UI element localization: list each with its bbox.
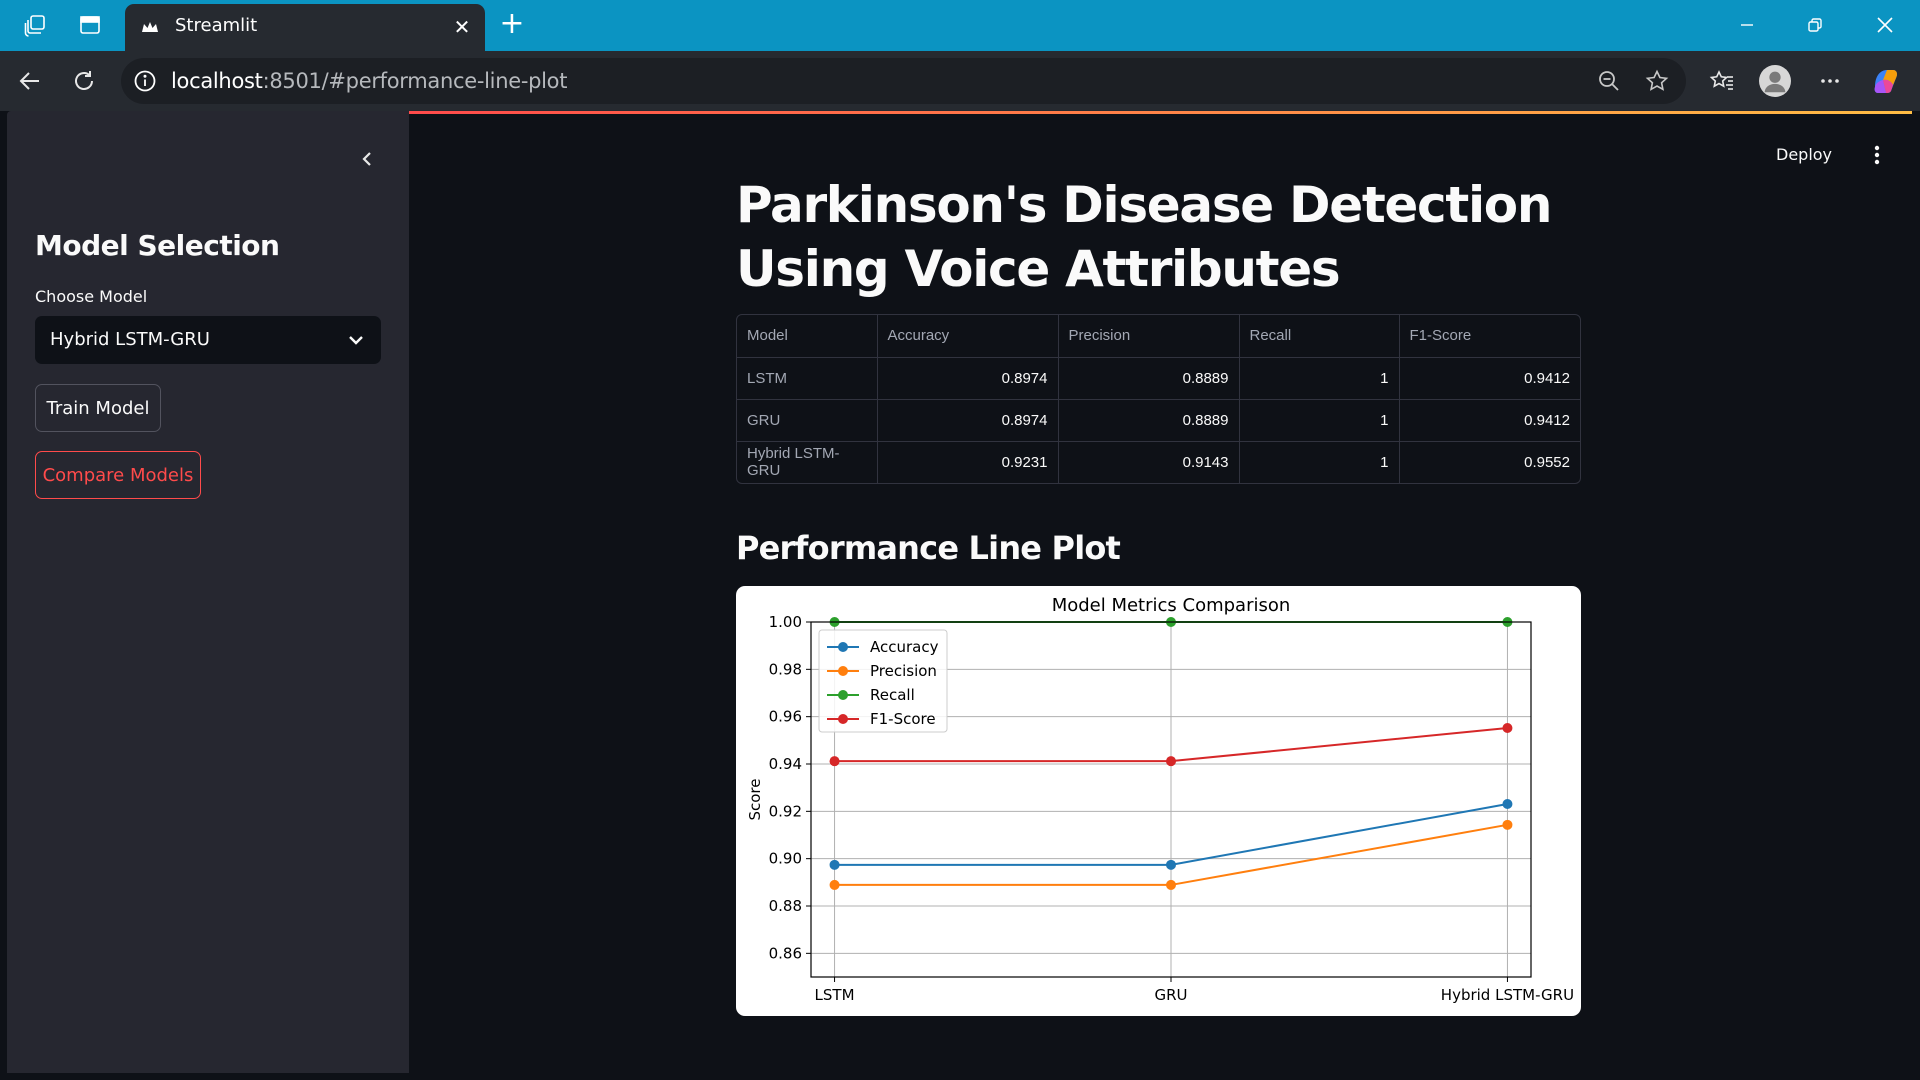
- data-point-precision: [1166, 879, 1176, 890]
- table-cell[interactable]: 0.9231: [877, 441, 1059, 483]
- minimize-icon[interactable]: [1724, 8, 1770, 42]
- url-text: localhost:8501/#performance-line-plot: [171, 69, 567, 93]
- x-tick-label: Hybrid LSTM-GRU: [1441, 986, 1574, 1004]
- close-tab-icon[interactable]: ✕: [449, 13, 475, 41]
- column-header[interactable]: Recall: [1239, 315, 1400, 358]
- x-tick-label: LSTM: [815, 986, 855, 1004]
- table-cell[interactable]: 0.9412: [1399, 357, 1580, 400]
- table-header-row: Model Accuracy Precision Recall F1-Score: [737, 315, 1580, 358]
- sidebar: Model Selection Choose Model Hybrid LSTM…: [7, 111, 409, 1073]
- streamlit-logo-icon: [142, 22, 158, 32]
- table-cell[interactable]: 1: [1239, 399, 1400, 442]
- refresh-icon[interactable]: [68, 65, 100, 97]
- table-cell[interactable]: 0.8889: [1058, 399, 1240, 442]
- performance-line-chart: Model Metrics Comparison Score 0.86 0.88 0.9…: [746, 595, 1574, 1004]
- main-menu-icon[interactable]: [1865, 142, 1889, 168]
- legend-label: Precision: [870, 662, 937, 680]
- chart-title: Model Metrics Comparison: [1052, 595, 1291, 616]
- table-cell[interactable]: 1: [1239, 357, 1400, 400]
- table-cell[interactable]: 0.9552: [1399, 441, 1580, 483]
- main-content: Deploy Parkinson's Disease Detection Usi…: [409, 111, 1912, 1073]
- y-tick-label: 0.88: [769, 897, 802, 915]
- chart-card: Model Metrics Comparison Score 0.86 0.88 0.9…: [736, 586, 1581, 1016]
- tab-title: Streamlit: [175, 15, 258, 36]
- table-cell[interactable]: 0.8974: [877, 357, 1059, 400]
- legend-marker: [838, 690, 848, 700]
- data-point-f1-score: [1502, 723, 1513, 734]
- chart-heading: Performance Line Plot: [736, 529, 1121, 567]
- model-select[interactable]: Hybrid LSTM-GRU: [35, 316, 381, 364]
- legend-label: Recall: [870, 686, 915, 704]
- column-header[interactable]: Precision: [1058, 315, 1240, 358]
- data-point-precision: [829, 879, 840, 890]
- data-point-precision: [1502, 819, 1513, 830]
- data-point-f1-score: [1166, 756, 1176, 767]
- site-info-icon[interactable]: [133, 69, 157, 93]
- data-point-accuracy: [1166, 859, 1176, 870]
- table-row: GRU 0.8974 0.8889 1 0.9412: [737, 399, 1580, 442]
- table-cell[interactable]: 0.9412: [1399, 399, 1580, 442]
- table-cell[interactable]: 1: [1239, 441, 1400, 483]
- browser-toolbar: localhost:8501/#performance-line-plot: [0, 51, 1920, 111]
- data-point-accuracy: [829, 859, 840, 870]
- y-tick-label: 0.94: [769, 755, 802, 773]
- url-host: localhost: [171, 69, 263, 93]
- column-header[interactable]: Accuracy: [877, 315, 1059, 358]
- collapse-sidebar-icon[interactable]: [353, 145, 381, 173]
- compare-models-button[interactable]: Compare Models: [35, 451, 201, 499]
- y-tick-label: 0.90: [769, 850, 802, 868]
- header-decoration: [409, 111, 1912, 114]
- y-axis-label: Score: [746, 778, 764, 820]
- data-point-accuracy: [1502, 798, 1513, 809]
- zoom-out-icon[interactable]: [1596, 68, 1622, 94]
- new-tab-icon[interactable]: +: [497, 9, 527, 40]
- train-model-button[interactable]: Train Model: [35, 384, 161, 432]
- y-tick-label: 0.86: [769, 944, 802, 962]
- data-point-f1-score: [829, 756, 840, 767]
- legend-marker: [838, 714, 848, 724]
- favorites-icon[interactable]: [1706, 65, 1738, 97]
- page-title: Parkinson's Disease Detection Using Voic…: [736, 176, 1552, 298]
- column-header[interactable]: F1-Score: [1399, 315, 1580, 358]
- close-window-icon[interactable]: [1862, 8, 1908, 42]
- metrics-table: Model Accuracy Precision Recall F1-Score…: [736, 314, 1581, 484]
- more-options-icon[interactable]: [1814, 65, 1846, 97]
- legend-marker: [838, 666, 848, 676]
- table-cell[interactable]: 0.8974: [877, 399, 1059, 442]
- chevron-down-icon: [349, 336, 363, 345]
- table-cell[interactable]: 0.8889: [1058, 357, 1240, 400]
- column-header[interactable]: Model: [737, 315, 878, 358]
- favorite-star-icon[interactable]: [1644, 68, 1670, 94]
- url-path: :8501/#performance-line-plot: [262, 69, 568, 93]
- model-select-label: Choose Model: [35, 287, 148, 306]
- restore-icon[interactable]: [1792, 8, 1838, 42]
- table-cell[interactable]: Hybrid LSTM-GRU: [737, 441, 878, 483]
- address-bar[interactable]: localhost:8501/#performance-line-plot: [121, 58, 1686, 104]
- model-select-value: Hybrid LSTM-GRU: [50, 329, 210, 350]
- legend-marker: [838, 642, 848, 652]
- workspaces-icon[interactable]: [22, 12, 48, 38]
- copilot-icon[interactable]: [1869, 65, 1901, 97]
- y-tick-label: 1.00: [769, 613, 802, 631]
- x-tick-label: GRU: [1154, 986, 1187, 1004]
- tab-actions-icon[interactable]: [77, 12, 103, 38]
- table-cell[interactable]: GRU: [737, 399, 878, 442]
- browser-tab[interactable]: Streamlit ✕: [125, 4, 485, 51]
- y-tick-label: 0.92: [769, 802, 802, 820]
- table-row: Hybrid LSTM-GRU 0.9231 0.9143 1 0.9552: [737, 441, 1580, 483]
- table-cell[interactable]: LSTM: [737, 357, 878, 400]
- legend-label: F1-Score: [870, 710, 936, 728]
- table-cell[interactable]: 0.9143: [1058, 441, 1240, 483]
- deploy-button[interactable]: Deploy: [1776, 145, 1832, 164]
- browser-tab-bar: Streamlit ✕ +: [0, 0, 1920, 51]
- back-icon[interactable]: [14, 65, 46, 97]
- y-tick-label: 0.98: [769, 660, 802, 678]
- y-tick-label: 0.96: [769, 708, 802, 726]
- profile-avatar-icon[interactable]: [1759, 65, 1791, 97]
- legend-label: Accuracy: [870, 638, 939, 656]
- table-row: LSTM 0.8974 0.8889 1 0.9412: [737, 357, 1580, 400]
- sidebar-heading: Model Selection: [35, 229, 280, 262]
